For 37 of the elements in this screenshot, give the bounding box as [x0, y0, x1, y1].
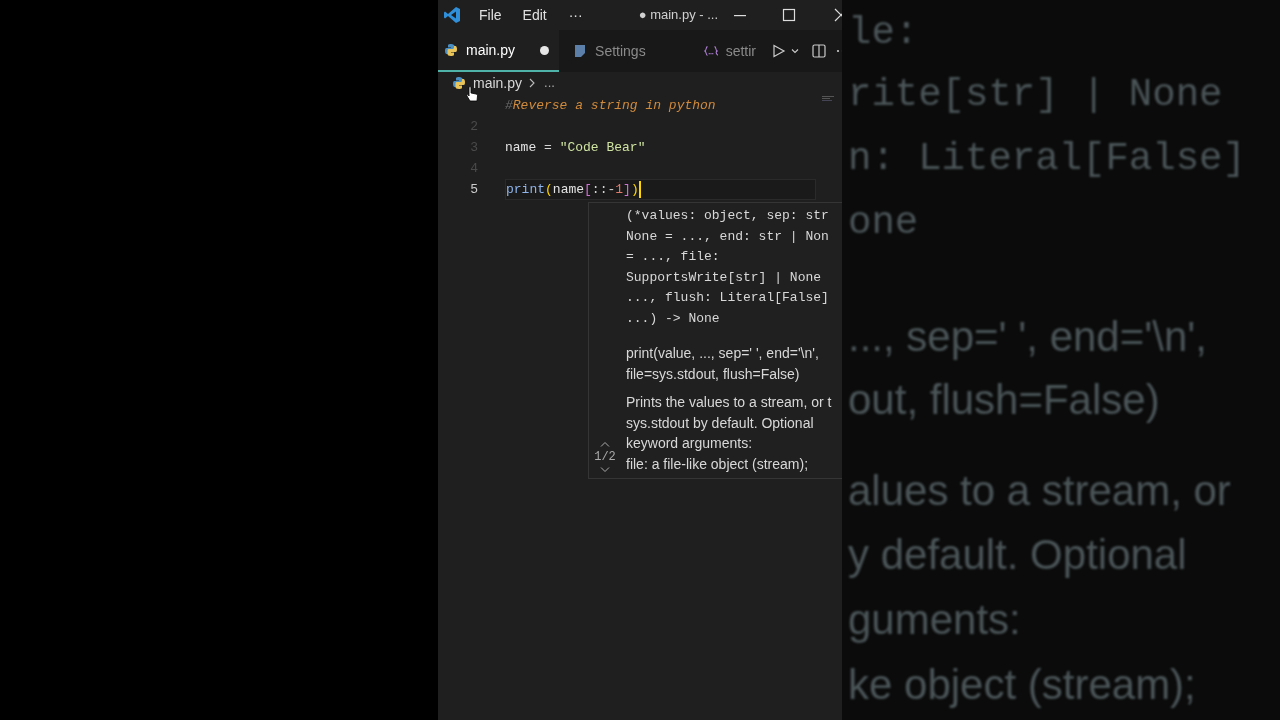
maximize-icon[interactable]: [782, 8, 796, 22]
background-text: rite[str] | None: [848, 72, 1223, 119]
menu-item[interactable]: Edit: [518, 4, 551, 26]
python-icon: [452, 76, 466, 90]
file-icon: [573, 44, 588, 58]
background-text: alues to a stream, or: [848, 466, 1231, 516]
function-signature-text: print(value, ..., sep=' ', end='\n', file=sys.stdout, flush=False): [626, 344, 820, 384]
page-counter: 1/2: [594, 450, 616, 464]
breadcrumb-item[interactable]: main.py: [473, 72, 523, 94]
braces-icon: [703, 44, 718, 58]
documentation-text: Prints the values to a stream, or t sys.stdout by default. Optional keyword arguments: file: a file-like object (stream);: [626, 393, 833, 474]
code-line: #Reverse a string in python: [505, 96, 716, 115]
chevron-down-icon[interactable]: [790, 46, 800, 56]
split-editor-icon[interactable]: [812, 44, 826, 58]
run-icon[interactable]: [772, 44, 786, 58]
background-text: out, flush=False): [848, 375, 1160, 425]
background-text: ke object (stream);: [848, 660, 1196, 710]
background-text: le:: [848, 10, 919, 57]
close-icon[interactable]: [834, 8, 842, 22]
background-text: one: [848, 200, 919, 247]
background-text: ..., sep=' ', end='\n',: [848, 312, 1207, 362]
menu-item[interactable]: File: [475, 4, 506, 26]
chevron-up-icon[interactable]: [600, 440, 610, 448]
background-text: n: Literal[False]: [848, 136, 1246, 183]
vscode-logo-icon: [443, 6, 461, 24]
background-text: guments:: [848, 595, 1021, 645]
signature-text: (*values: object, sep: str None = ..., end: str | Non = ..., file: SupportsWrite[str] | None ..., flush: Literal[False] ...) -> None: [626, 207, 830, 328]
breadcrumb-item[interactable]: ...: [544, 73, 555, 93]
text-cursor: [638, 181, 641, 198]
editor-tab[interactable]: main.py: [438, 30, 560, 72]
window-title: ● main.py - ...: [638, 6, 719, 25]
background-text: y default. Optional: [848, 530, 1187, 580]
menu-item[interactable]: ···: [564, 4, 587, 26]
python-icon: [444, 43, 458, 57]
chevron-right-icon: [528, 78, 537, 88]
line-number: 5: [469, 180, 478, 199]
code-line: name = "Code Bear": [505, 138, 646, 157]
